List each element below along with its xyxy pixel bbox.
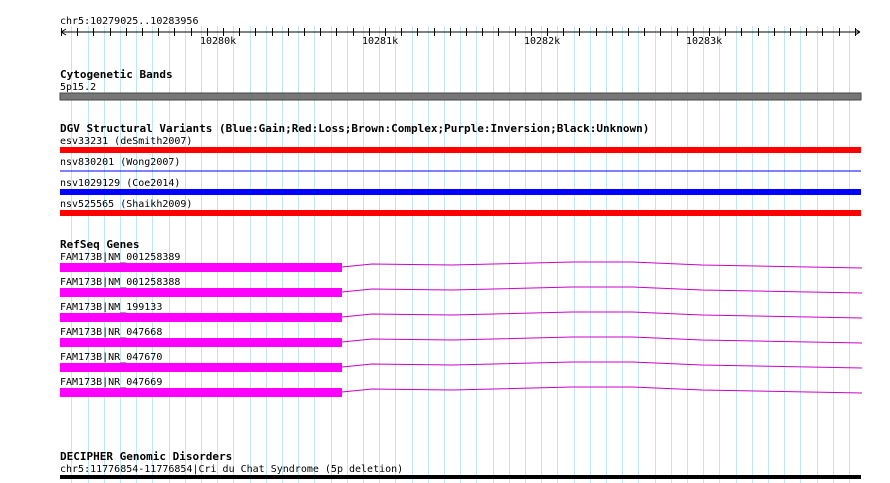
feature-label: nsv1029129 (Coe2014) <box>60 178 180 189</box>
feature-label: FAM173B|NR_047668 <box>60 327 162 338</box>
gene-exon[interactable] <box>60 313 342 322</box>
track-title: Cytogenetic Bands <box>60 68 173 81</box>
tick-label: 10282k <box>524 36 560 47</box>
variant-bar-loss[interactable] <box>60 210 861 216</box>
feature-label: nsv830201 (Wong2007) <box>60 157 180 168</box>
track-title: DGV Structural Variants (Blue:Gain;Red:L… <box>60 122 649 135</box>
feature-label: esv33231 (deSmith2007) <box>60 136 192 147</box>
genome-browser-view: chr5:10279025..10283956 10280k 10281k 10… <box>59 16 863 483</box>
disorder-bar[interactable] <box>60 475 861 479</box>
feature-label: FAM173B|NR_047670 <box>60 352 162 363</box>
gene-exon[interactable] <box>60 363 342 372</box>
tick-label: 10281k <box>362 36 398 47</box>
feature-label: FAM173B|NR_047669 <box>60 377 162 388</box>
feature-label: 5p15.2 <box>60 82 96 93</box>
feature-label: FAM173B|NM_001258389 <box>60 252 180 263</box>
variant-bar-loss[interactable] <box>60 147 861 153</box>
feature-label: FAM173B|NM_199133 <box>60 302 162 313</box>
track-title: RefSeq Genes <box>60 238 139 251</box>
cytoband-bar[interactable] <box>59 92 862 101</box>
track-title: DECIPHER Genomic Disorders <box>60 450 232 463</box>
tick-label: 10283k <box>686 36 722 47</box>
tick-label: 10280k <box>200 36 236 47</box>
gene-exon[interactable] <box>60 338 342 347</box>
variant-bar-gain[interactable] <box>60 189 861 195</box>
gene-exon[interactable] <box>60 288 342 297</box>
feature-label: nsv525565 (Shaikh2009) <box>60 199 192 210</box>
gene-exon[interactable] <box>60 388 342 397</box>
view-coordinates: chr5:10279025..10283956 <box>60 16 198 27</box>
feature-label: chr5:11776854-11776854|Cri du Chat Syndr… <box>60 464 403 475</box>
gene-exon[interactable] <box>60 263 342 272</box>
feature-label: FAM173B|NM_001258388 <box>60 277 180 288</box>
